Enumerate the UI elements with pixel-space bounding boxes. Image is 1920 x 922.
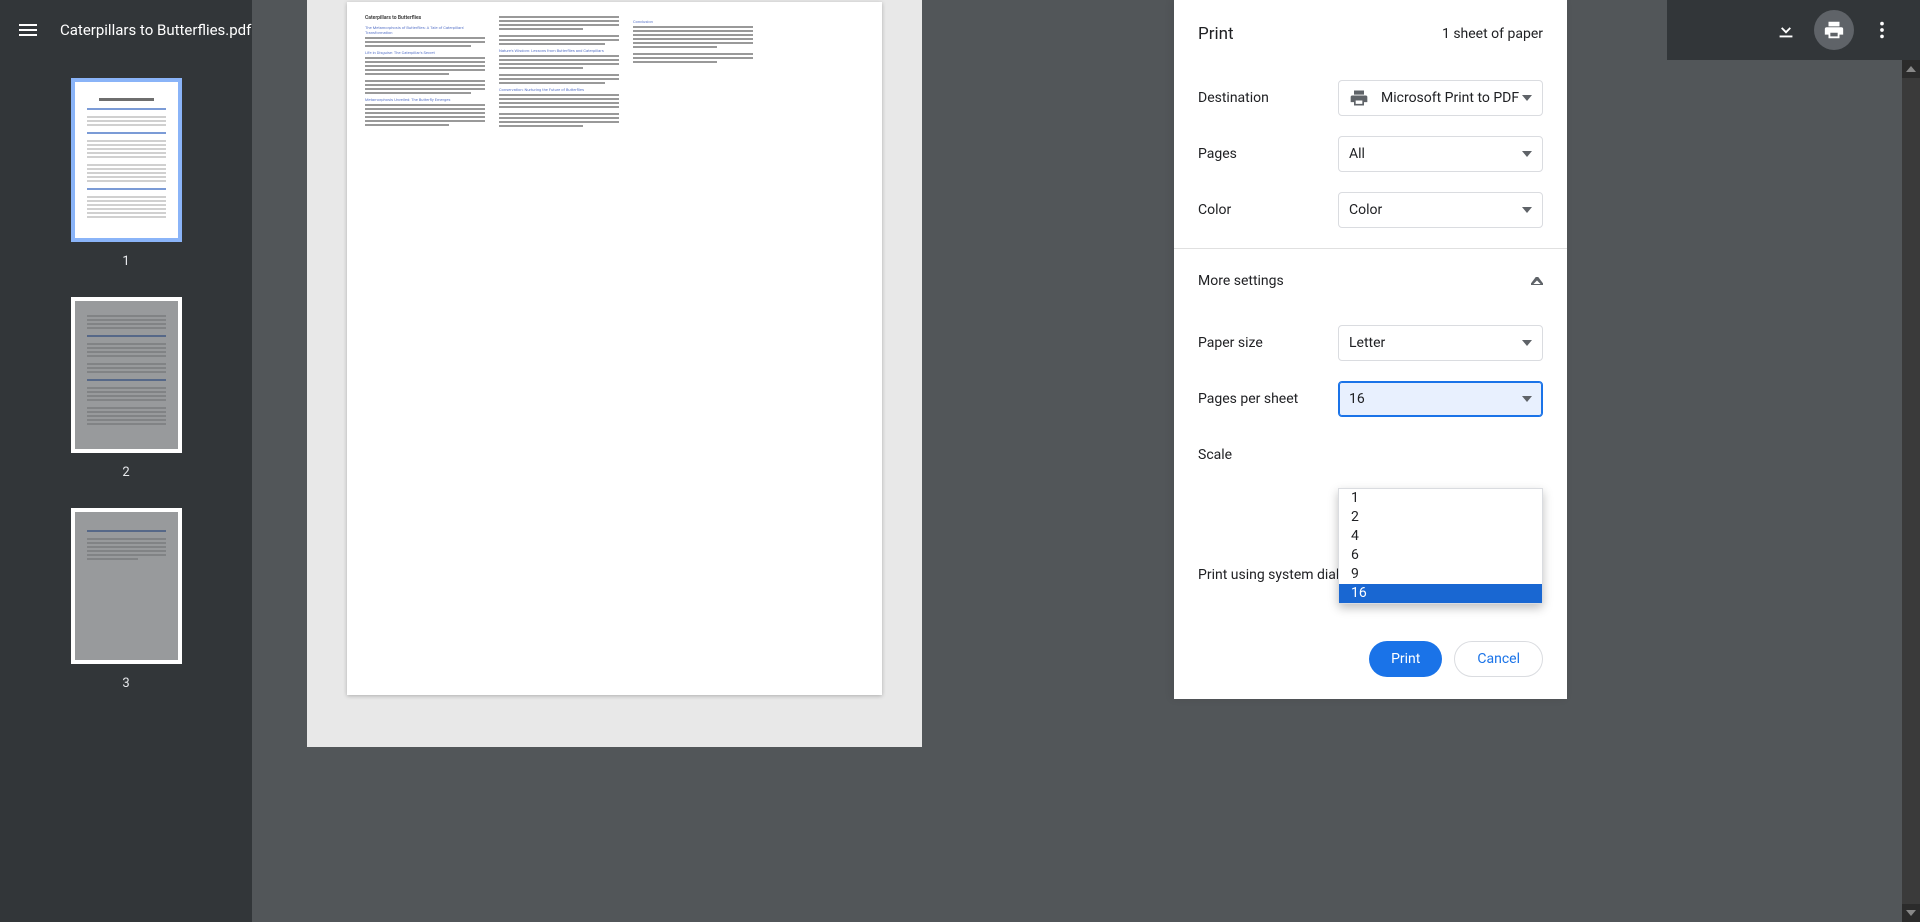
more-actions-button[interactable] — [1862, 10, 1902, 50]
thumbnail-item[interactable]: 3 — [71, 508, 182, 691]
cancel-button[interactable]: Cancel — [1454, 641, 1543, 677]
print-confirm-button[interactable]: Print — [1369, 641, 1442, 677]
menu-icon[interactable] — [16, 18, 40, 42]
destination-label: Destination — [1198, 90, 1338, 106]
color-value: Color — [1349, 202, 1382, 218]
dropdown-option[interactable]: 9 — [1339, 565, 1542, 584]
thumbnail-number: 3 — [122, 676, 129, 691]
paper-size-select[interactable]: Letter — [1338, 325, 1543, 361]
pdf-viewer-toolbar-left: Caterpillars to Butterflies.pdf — [0, 0, 252, 60]
thumbnail-page-2[interactable] — [71, 297, 182, 453]
preview-heading: Conservation: Nurturing the Future of Bu… — [499, 87, 619, 92]
scroll-up-icon[interactable] — [1902, 60, 1920, 78]
color-select[interactable]: Color — [1338, 192, 1543, 228]
preview-viewport[interactable]: Caterpillars to Butterflies The Metamorp… — [307, 0, 922, 747]
chevron-up-icon — [1531, 277, 1543, 285]
dropdown-option[interactable]: 6 — [1339, 546, 1542, 565]
preview-heading: Nature's Wisdom: Lessons from Butterflie… — [499, 48, 619, 53]
chevron-down-icon — [1522, 340, 1532, 346]
chevron-down-icon — [1522, 396, 1532, 402]
preview-heading: Life in Disguise: The Caterpillar's Secr… — [365, 50, 485, 55]
scroll-down-icon[interactable] — [1902, 904, 1920, 922]
paper-size-label: Paper size — [1198, 335, 1338, 351]
thumbnail-number: 2 — [122, 465, 129, 480]
destination-value: Microsoft Print to PDF — [1381, 90, 1519, 106]
pdf-viewer-toolbar-right — [1667, 0, 1920, 60]
chevron-down-icon — [1522, 207, 1532, 213]
print-dialog: Print 1 sheet of paper Destination Micro… — [1174, 0, 1567, 699]
download-button[interactable] — [1766, 10, 1806, 50]
preview-sheet: Caterpillars to Butterflies The Metamorp… — [347, 2, 882, 695]
dropdown-option[interactable]: 4 — [1339, 527, 1542, 546]
pages-value: All — [1349, 146, 1365, 162]
color-label: Color — [1198, 202, 1338, 218]
dropdown-option[interactable]: 1 — [1339, 489, 1542, 508]
preview-viewport-footer — [307, 708, 578, 747]
scale-label: Scale — [1198, 447, 1338, 463]
thumbnail-item[interactable]: 1 — [71, 78, 182, 269]
sheets-count: 1 sheet of paper — [1442, 26, 1543, 42]
print-preview-area: Caterpillars to Butterflies The Metamorp… — [252, 0, 1667, 922]
dropdown-option-selected[interactable]: 16 — [1339, 584, 1542, 603]
scroll-track[interactable] — [1902, 78, 1920, 904]
preview-heading: Metamorphosis Unveiled: The Butterfly Em… — [365, 97, 485, 102]
chevron-down-icon — [1522, 151, 1532, 157]
destination-select[interactable]: Microsoft Print to PDF — [1338, 80, 1543, 116]
thumbnail-number: 1 — [122, 254, 129, 269]
print-button[interactable] — [1814, 10, 1854, 50]
more-settings-toggle[interactable]: More settings — [1198, 253, 1543, 309]
printer-icon — [1349, 88, 1369, 108]
scrollbar[interactable] — [1902, 60, 1920, 922]
print-dialog-title: Print — [1198, 24, 1234, 44]
preview-heading: Conclusion — [633, 19, 753, 24]
pages-select[interactable]: All — [1338, 136, 1543, 172]
pages-label: Pages — [1198, 146, 1338, 162]
paper-size-value: Letter — [1349, 335, 1385, 351]
more-settings-label: More settings — [1198, 273, 1284, 289]
pages-per-sheet-value: 16 — [1349, 391, 1365, 407]
pages-per-sheet-label: Pages per sheet — [1198, 391, 1338, 407]
dropdown-option[interactable]: 2 — [1339, 508, 1542, 527]
thumbnail-sidebar: 1 2 — [0, 60, 252, 922]
preview-doc-title: Caterpillars to Butterflies — [365, 16, 485, 21]
document-title: Caterpillars to Butterflies.pdf — [60, 21, 251, 39]
thumbnail-page-3[interactable] — [71, 508, 182, 664]
preview-heading: The Metamorphosis of Butterflies: A Tale… — [365, 25, 485, 35]
thumbnail-page-1[interactable] — [71, 78, 182, 242]
pages-per-sheet-dropdown: 1 2 4 6 9 16 — [1338, 488, 1543, 604]
thumbnail-item[interactable]: 2 — [71, 297, 182, 480]
chevron-down-icon — [1522, 95, 1532, 101]
pages-per-sheet-select[interactable]: 16 — [1338, 381, 1543, 417]
